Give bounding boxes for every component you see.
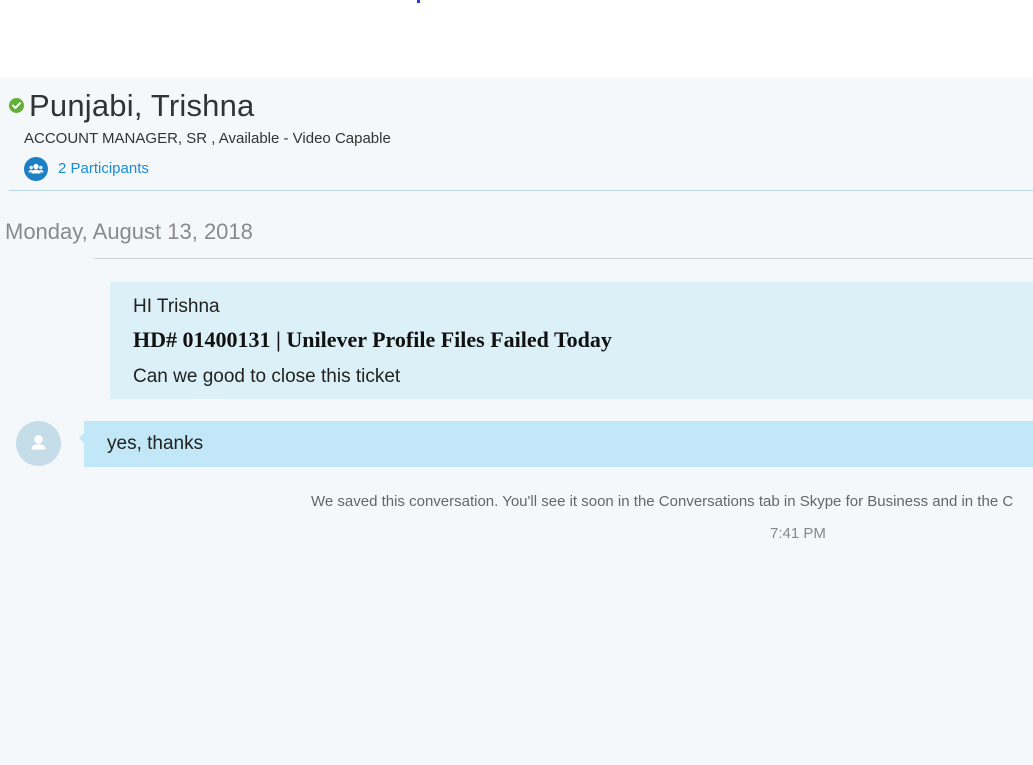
top-edge-fragment (417, 0, 420, 3)
conversation-pane: Punjabi, Trishna ACCOUNT MANAGER, SR , A… (0, 78, 1033, 765)
contact-name[interactable]: Punjabi, Trishna (29, 88, 255, 124)
message-reply: yes, thanks (107, 433, 204, 454)
outgoing-message[interactable]: yes, thanks (84, 421, 1033, 467)
window-top-bar (0, 0, 1033, 78)
message-timestamp: 7:41 PM (770, 525, 826, 542)
people-icon[interactable] (24, 157, 48, 181)
message-subject: HD# 01400131 | Unilever Profile Files Fa… (133, 327, 612, 352)
message-body: Can we good to close this ticket (133, 366, 401, 387)
contact-status: ACCOUNT MANAGER, SR , Available - Video … (24, 130, 391, 147)
header-divider (9, 190, 1033, 191)
message-greeting: HI Trishna (133, 296, 220, 317)
saved-conversation-notice: We saved this conversation. You'll see i… (311, 493, 1014, 510)
presence-available-icon (9, 98, 24, 113)
conversation-date: Monday, August 13, 2018 (5, 219, 253, 244)
date-divider (94, 258, 1033, 259)
user-avatar-icon[interactable] (16, 421, 61, 466)
incoming-message[interactable]: HI Trishna HD# 01400131 | Unilever Profi… (110, 282, 1033, 399)
participants-link[interactable]: 2 Participants (58, 160, 149, 177)
